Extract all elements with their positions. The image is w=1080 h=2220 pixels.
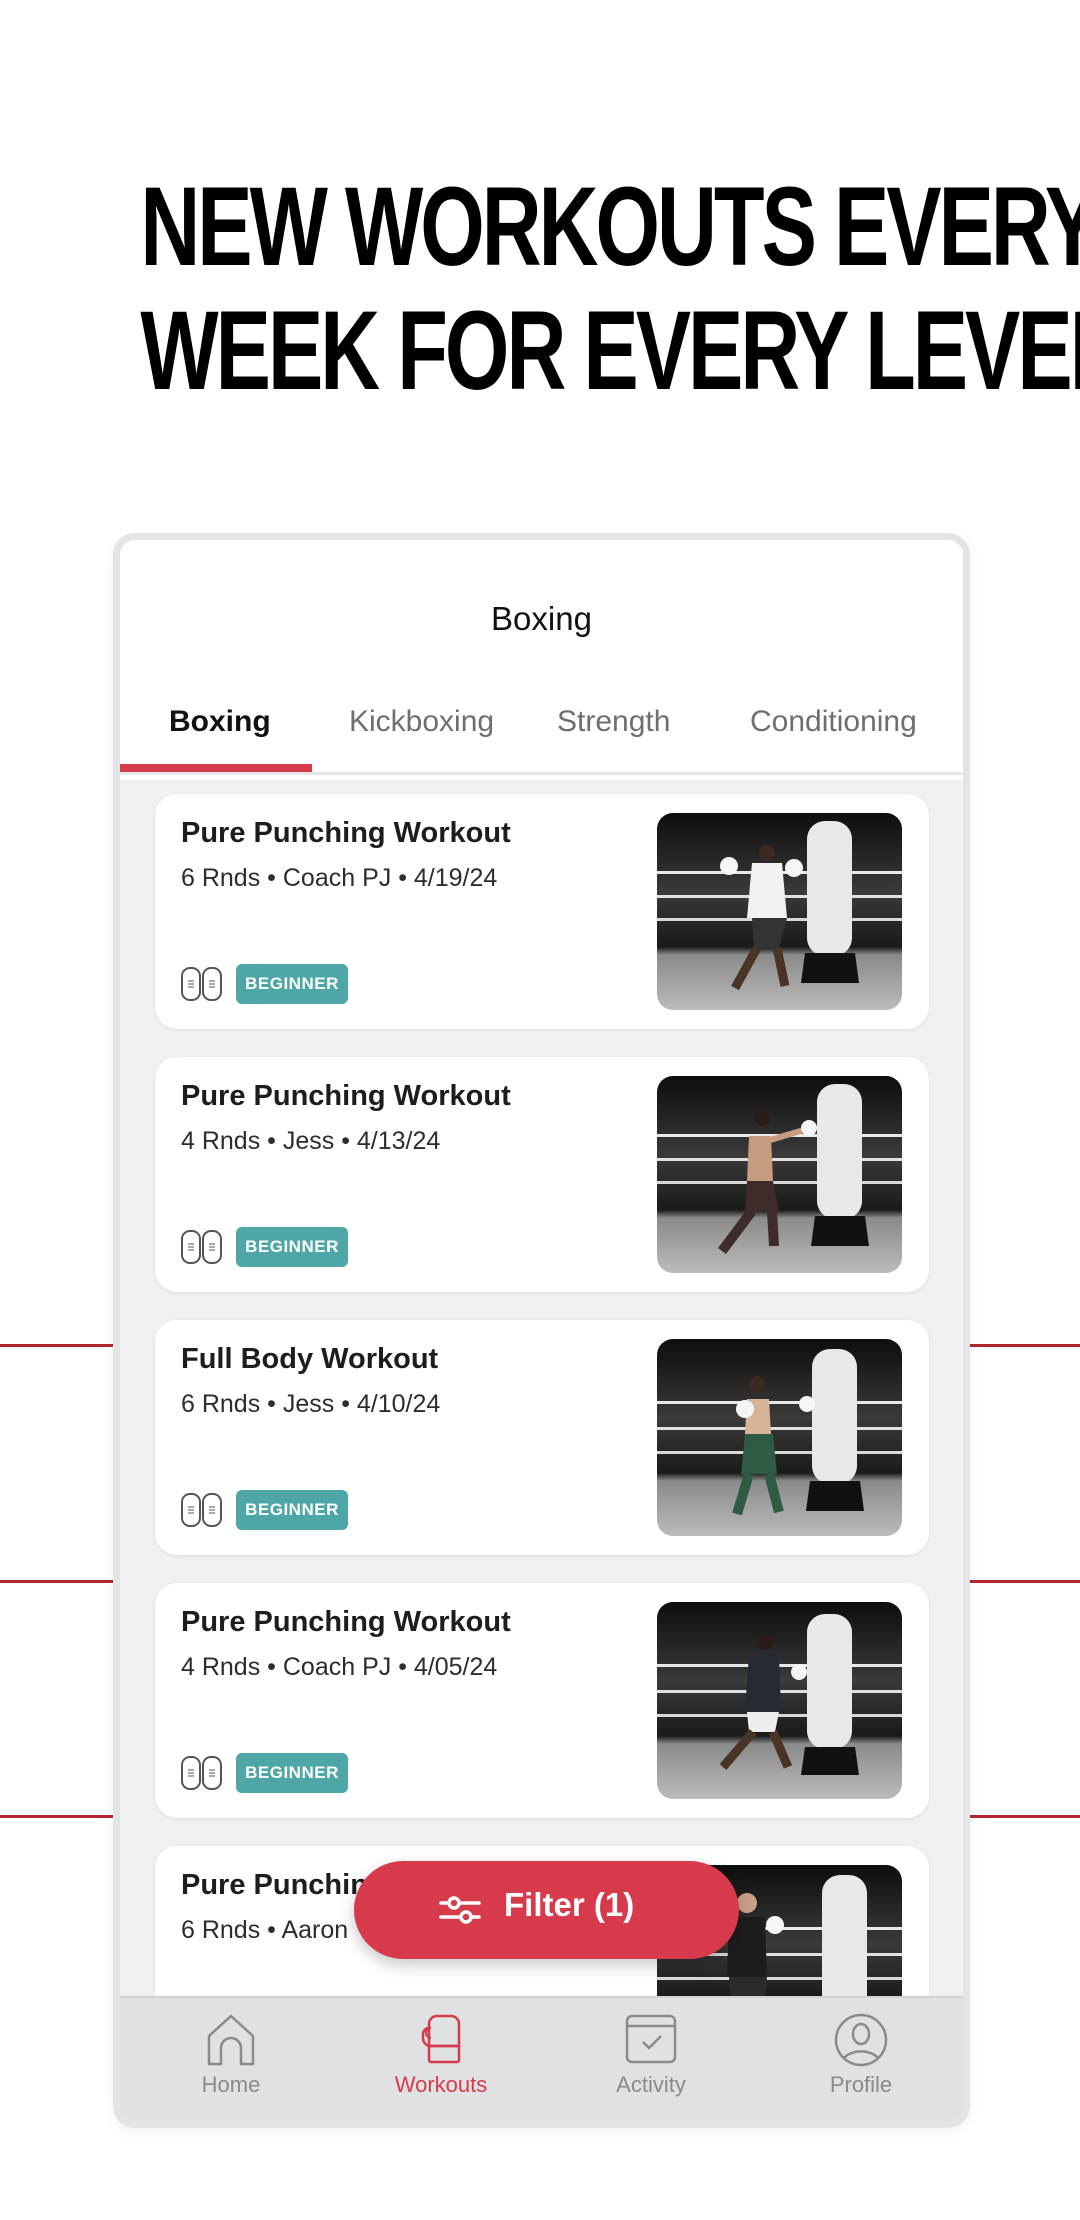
workout-thumbnail (657, 1076, 902, 1273)
bottom-navigation: Home Workouts Activity Profile (120, 1996, 963, 2126)
workout-card[interactable]: Pure Punching Workout 6 Rnds • Coach PJ … (155, 794, 929, 1029)
workout-title: Pure Punching Workout (181, 817, 511, 849)
nav-activity[interactable]: Activity (581, 2012, 721, 2112)
workout-meta: 4 Rnds • Coach PJ • 4/05/24 (181, 1653, 498, 1681)
profile-icon (834, 2013, 888, 2067)
phone-frame: Boxing Boxing Kickboxing Strength Condit… (113, 533, 970, 2128)
decorative-line (0, 1580, 114, 1583)
workout-meta: 6 Rnds • Jess • 4/10/24 (181, 1390, 441, 1418)
decorative-line (0, 1344, 114, 1347)
trackers-icon (181, 967, 222, 1001)
workout-card[interactable]: Pure Punching Workout 4 Rnds • Jess • 4/… (155, 1057, 929, 1292)
workout-meta: 6 Rnds • Aaron (181, 1916, 349, 1944)
workout-title: Pure Punching Workout (181, 1606, 511, 1638)
trackers-icon (181, 1493, 222, 1527)
level-badge: BEGINNER (236, 1490, 348, 1530)
tab-strength[interactable]: Strength (557, 705, 670, 739)
boxing-glove-icon (421, 2014, 461, 2064)
workout-title: Full Body Workout (181, 1343, 439, 1375)
screen-title: Boxing (491, 600, 592, 637)
decorative-line (970, 1344, 1080, 1347)
nav-workouts[interactable]: Workouts (371, 2012, 511, 2112)
level-badge: BEGINNER (236, 1753, 348, 1793)
workout-thumbnail (657, 1339, 902, 1536)
nav-home[interactable]: Home (161, 2012, 301, 2112)
workout-thumbnail (657, 1602, 902, 1799)
decorative-line (970, 1815, 1080, 1818)
calendar-check-icon (625, 2014, 677, 2064)
nav-profile[interactable]: Profile (791, 2012, 931, 2112)
headline-line-2: WEEK FOR EVERY LEVEL (140, 288, 1080, 413)
workout-thumbnail (657, 813, 902, 1010)
workout-meta: 6 Rnds • Coach PJ • 4/19/24 (181, 864, 498, 892)
workout-card[interactable]: Pure Punching Workout 4 Rnds • Coach PJ … (155, 1583, 929, 1818)
home-indicator-bar (140, 2124, 950, 2126)
workout-meta: 4 Rnds • Jess • 4/13/24 (181, 1127, 441, 1155)
trackers-icon (181, 1756, 222, 1790)
tab-divider (120, 772, 963, 775)
nav-workouts-label: Workouts (394, 2072, 488, 2097)
sliders-icon (439, 1896, 481, 1924)
nav-profile-label: Profile (829, 2072, 893, 2097)
trackers-icon (181, 1230, 222, 1264)
filter-button-label: Filter (1) (504, 1886, 635, 1923)
level-badge: BEGINNER (236, 964, 348, 1004)
workout-card[interactable]: Full Body Workout 6 Rnds • Jess • 4/10/2… (155, 1320, 929, 1555)
workout-title: Pure Punching Workout (181, 1080, 511, 1112)
app-header: Boxing Boxing Kickboxing Strength Condit… (120, 540, 963, 780)
headline-line-1: NEW WORKOUTS EVERY (140, 164, 1080, 289)
level-badge: BEGINNER (236, 1227, 348, 1267)
home-icon (207, 2014, 255, 2066)
tab-kickboxing[interactable]: Kickboxing (349, 705, 494, 739)
tab-boxing[interactable]: Boxing (169, 705, 271, 739)
active-tab-indicator (120, 764, 312, 772)
filter-button[interactable]: Filter (1) (354, 1861, 739, 1959)
tab-conditioning[interactable]: Conditioning (750, 705, 917, 739)
promo-headline: NEW WORKOUTS EVERY WEEK FOR EVERY LEVEL (140, 164, 1080, 413)
decorative-line (970, 1580, 1080, 1583)
decorative-line (0, 1815, 114, 1818)
nav-activity-label: Activity (616, 2072, 686, 2097)
nav-home-label: Home (201, 2072, 261, 2097)
